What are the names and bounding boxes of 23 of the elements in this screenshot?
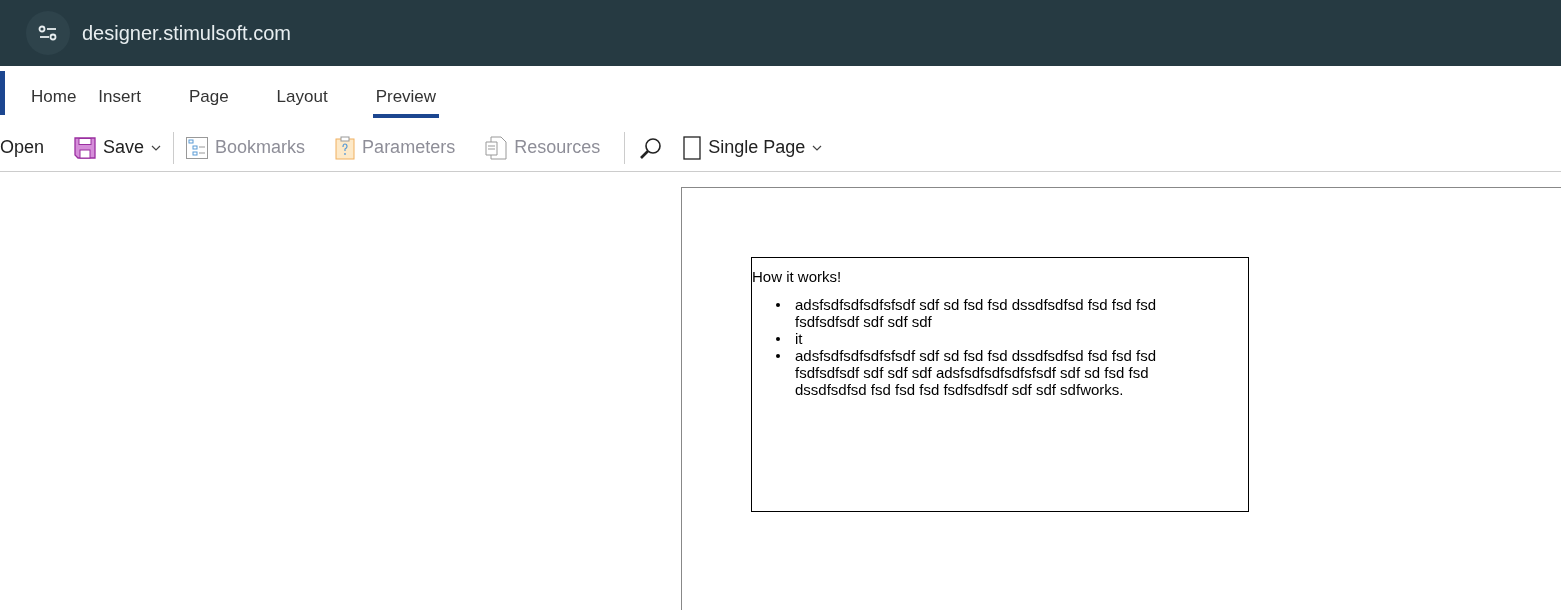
open-button[interactable]: Open <box>0 133 51 162</box>
ribbon-tab[interactable]: Page <box>188 66 229 118</box>
page-icon <box>683 135 702 160</box>
bookmarks-icon <box>186 136 209 159</box>
url-text: designer.stimulsoft.com <box>82 21 291 45</box>
page-button[interactable]: Single Page <box>677 131 829 164</box>
bullet-icon <box>776 337 780 341</box>
ribbon-tab[interactable]: Home <box>31 66 77 118</box>
ribbon-tab[interactable]: Insert <box>98 66 141 118</box>
report-heading: How it works! <box>752 267 843 285</box>
accent-bar <box>0 71 5 115</box>
search-icon <box>639 135 664 160</box>
clipboard-icon <box>335 135 356 160</box>
ribbon-tab[interactable]: Preview <box>372 66 440 118</box>
bullet-icon <box>776 354 780 358</box>
list-item-text: it <box>795 330 804 347</box>
address-bar[interactable]: designer.stimulsoft.com <box>26 11 291 55</box>
documents-icon <box>485 135 508 160</box>
bullet-icon <box>776 303 780 307</box>
ribbon-tab[interactable]: Layout <box>276 66 328 118</box>
save-button[interactable]: Save <box>68 132 168 163</box>
list-item-text: adsfsdfsdfsdfsfsdf sdf sd fsd fsd dssdfsdfsd fsd fsd fsd fsdfsdfsdf sdf sdf sdf adsfsdfsdfsdfsfsdf sdf sd fsd fsd dssdfsdfsd fsd fsd fsd fsdfsdfsdf sdf sdf sdfworks. <box>795 347 1157 398</box>
site-settings-icon[interactable] <box>26 11 70 55</box>
